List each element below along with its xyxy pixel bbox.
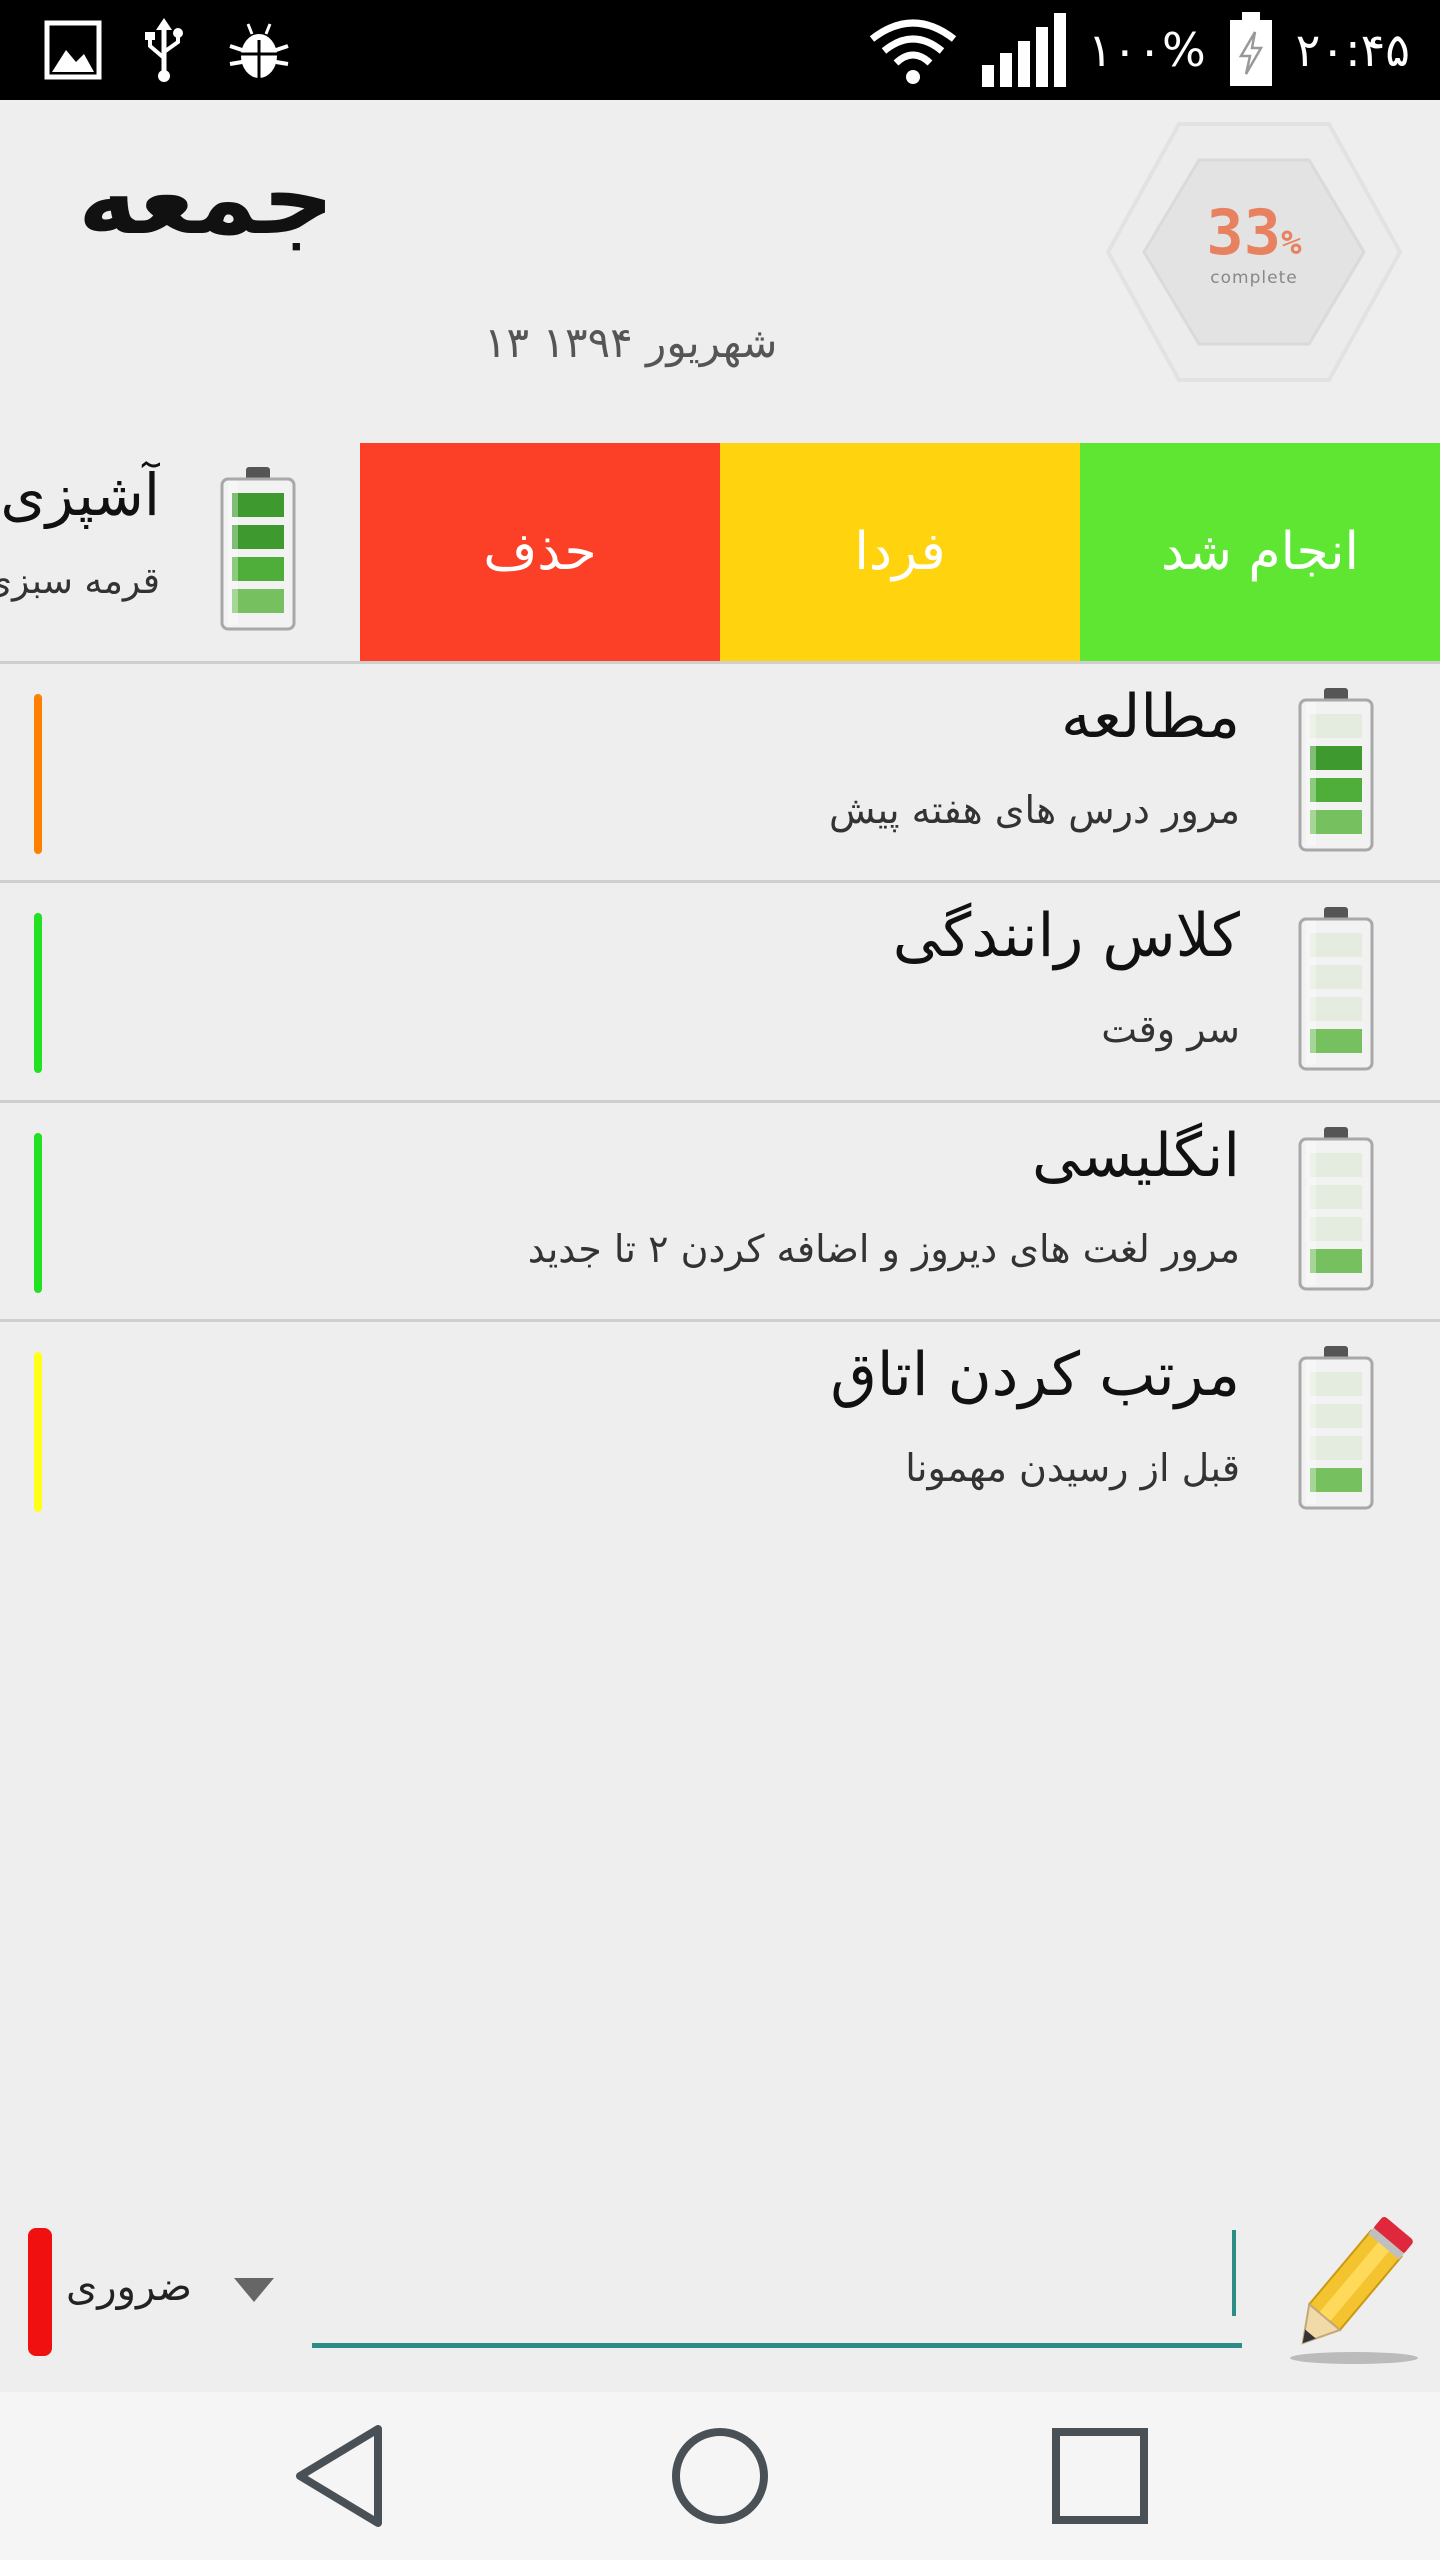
task-title: کلاس رانندگی <box>892 901 1240 971</box>
battery-icon <box>220 467 296 631</box>
status-bar: ۱۰۰% ۲۰:۴۵ <box>0 0 1440 100</box>
swiped-task-row[interactable]: آشپزی قرمه سبزی حذف فردا انجام شد <box>0 443 1440 661</box>
signal-icon <box>981 13 1066 87</box>
battery-charging-icon <box>1229 12 1272 86</box>
navigation-bar <box>0 2392 1440 2560</box>
priority-indicator <box>34 694 42 854</box>
back-icon <box>296 2425 382 2527</box>
usb-icon <box>145 18 183 82</box>
priority-select-label[interactable]: ضروری <box>66 2264 192 2310</box>
text-cursor <box>1232 2230 1236 2316</box>
task-title: انگلیسی <box>1031 1121 1240 1191</box>
battery-icon <box>1298 688 1374 852</box>
task-subtitle: مرور درس های هفته پیش <box>829 788 1240 832</box>
date-label: ۱۳ شهریور ۱۳۹۴ <box>484 318 778 367</box>
task-title: مرتب کردن اتاق <box>830 1340 1240 1410</box>
swiped-task-subtitle: قرمه سبزی <box>0 561 160 602</box>
tomorrow-button[interactable]: فردا <box>720 443 1080 661</box>
status-time: ۲۰:۴۵ <box>1295 23 1410 77</box>
progress-unit: % <box>1281 223 1302 263</box>
android-debug-icon <box>229 23 289 78</box>
wifi-icon <box>869 19 956 84</box>
recents-button[interactable] <box>1000 2392 1200 2560</box>
recents-icon <box>1052 2428 1148 2524</box>
task-subtitle: سر وقت <box>1101 1007 1240 1051</box>
new-task-input[interactable] <box>312 2230 1242 2348</box>
home-button[interactable] <box>620 2392 820 2560</box>
image-icon <box>44 20 102 80</box>
battery-percent: ۱۰۰% <box>1087 23 1206 77</box>
task-title: مطالعه <box>1060 682 1240 752</box>
task-subtitle: مرور لغت های دیروز و اضافه کردن ۲ تا جدی… <box>527 1227 1240 1271</box>
priority-indicator <box>34 1133 42 1293</box>
pencil-icon[interactable] <box>1274 2208 1424 2368</box>
priority-color-indicator <box>28 2228 52 2356</box>
battery-icon <box>1298 907 1374 1071</box>
priority-indicator <box>34 913 42 1073</box>
task-row[interactable]: انگلیسی مرور لغت های دیروز و اضافه کردن … <box>0 1100 1440 1321</box>
progress-value: 33% <box>1206 196 1302 269</box>
progress-label: complete <box>1210 268 1298 288</box>
swiped-task-title: آشپزی <box>0 461 160 529</box>
done-button[interactable]: انجام شد <box>1080 443 1440 661</box>
task-subtitle: قبل از رسیدن مهمونا <box>905 1446 1240 1490</box>
battery-icon <box>1298 1127 1374 1291</box>
priority-indicator <box>34 1352 42 1512</box>
task-row[interactable]: کلاس رانندگی سر وقت <box>0 880 1440 1101</box>
task-row[interactable]: مطالعه مرور درس های هفته پیش <box>0 661 1440 882</box>
back-button[interactable] <box>240 2392 440 2560</box>
delete-button[interactable]: حذف <box>360 443 720 661</box>
page-title: جمعه <box>78 140 335 257</box>
task-row[interactable]: مرتب کردن اتاق قبل از رسیدن مهمونا <box>0 1319 1440 1540</box>
battery-icon <box>1298 1346 1374 1510</box>
dropdown-caret-icon[interactable] <box>234 2278 274 2302</box>
home-icon <box>672 2428 768 2524</box>
